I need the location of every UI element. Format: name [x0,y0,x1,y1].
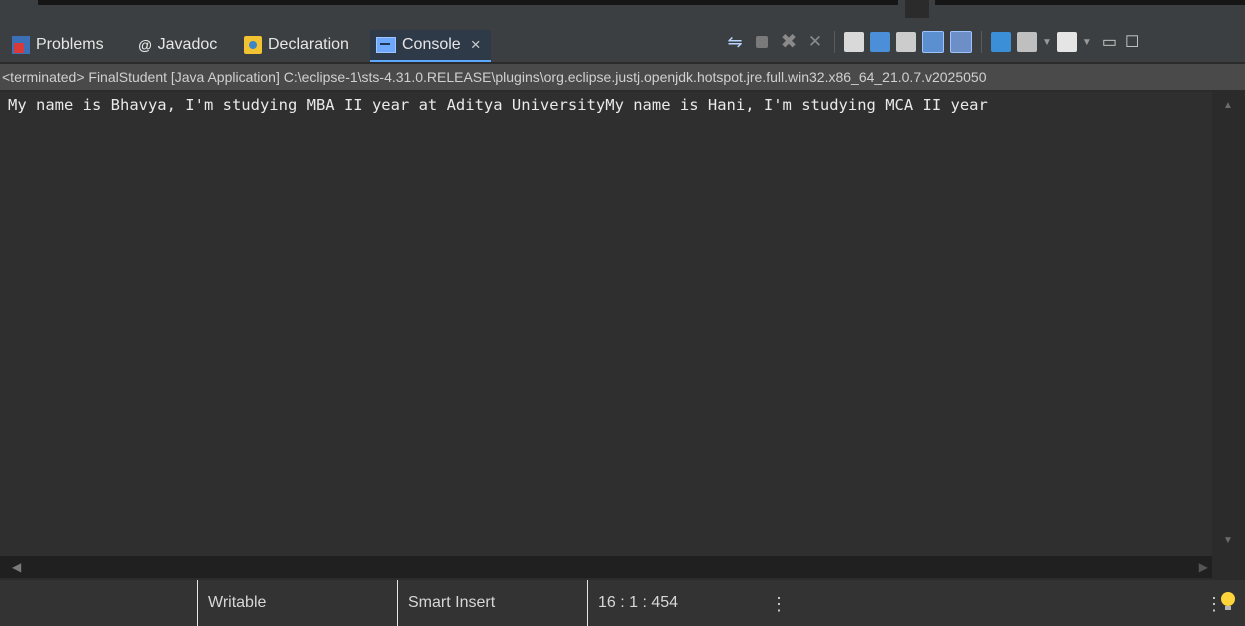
scroll-lock-icon[interactable] [870,32,890,52]
status-insert-mode[interactable]: Smart Insert [398,580,495,626]
status-bar: Writable Smart Insert 16 : 1 : 454 ⋮ ⋮ [0,580,1245,626]
maximize-icon[interactable]: ☐ [1125,32,1139,52]
pin-console-icon[interactable] [991,32,1011,52]
status-writable: Writable [208,594,267,611]
close-icon[interactable]: × [471,35,481,55]
toolbar-separator [981,31,982,53]
horizontal-scrollbar[interactable]: ◀ ▶ [0,556,1212,578]
terminate-icon[interactable] [756,36,768,48]
tab-label: Declaration [268,36,349,53]
display-selected-console-icon[interactable] [1017,32,1037,52]
status-more-icon[interactable]: ⋮ [770,594,788,615]
remove-all-terminated-icon[interactable]: ✕ [805,32,825,52]
scroll-down-icon[interactable]: ▼ [1223,535,1233,546]
toolbar-separator [834,31,835,53]
chevron-down-icon[interactable]: ▼ [1082,37,1092,48]
sync-icon[interactable]: ⇋ [725,32,745,52]
javadoc-icon: @ [138,37,152,53]
lightbulb-glass [1221,592,1235,606]
process-path-label: <terminated> FinalStudent [Java Applicat… [0,64,1245,90]
lightbulb-icon[interactable] [1221,592,1235,610]
problems-icon [12,36,30,54]
tab-declaration[interactable]: Declaration [244,30,349,60]
scroll-up-icon[interactable]: ▲ [1223,100,1233,111]
tab-console[interactable]: Console × [370,30,491,62]
vertical-scrollbar[interactable]: ▲ ▼ [1212,92,1245,556]
remove-launch-icon[interactable]: ✖ [779,32,799,52]
tab-label: Console [402,36,461,53]
tab-problems[interactable]: Problems [12,30,104,60]
lightbulb-base [1225,606,1231,610]
top-divider [905,0,929,18]
show-console-on-stderr-icon[interactable] [950,31,972,53]
console-icon [376,37,396,53]
console-toolbar: ⇋ ✖ ✕ ▼ ▼ ▭ ☐ [722,28,1139,56]
status-cursor-position[interactable]: 16 : 1 : 454 [588,580,678,626]
minimize-icon[interactable]: ▭ [1102,32,1117,52]
scroll-left-icon[interactable]: ◀ [12,560,21,574]
word-wrap-icon[interactable] [896,32,916,52]
show-console-on-stdout-icon[interactable] [922,31,944,53]
tab-label: Problems [36,36,104,53]
clear-console-icon[interactable] [844,32,864,52]
chevron-down-icon[interactable]: ▼ [1042,37,1052,48]
scroll-right-icon[interactable]: ▶ [1199,560,1208,574]
tab-javadoc[interactable]: @ Javadoc [138,30,217,60]
editor-scrollbar-top-right[interactable] [935,0,1245,5]
declaration-icon [244,36,262,54]
tab-label: Javadoc [157,36,218,53]
console-output[interactable]: My name is Bhavya, I'm studying MBA II y… [0,92,1212,556]
editor-scrollbar-top[interactable] [38,0,898,5]
open-console-icon[interactable] [1056,32,1077,52]
